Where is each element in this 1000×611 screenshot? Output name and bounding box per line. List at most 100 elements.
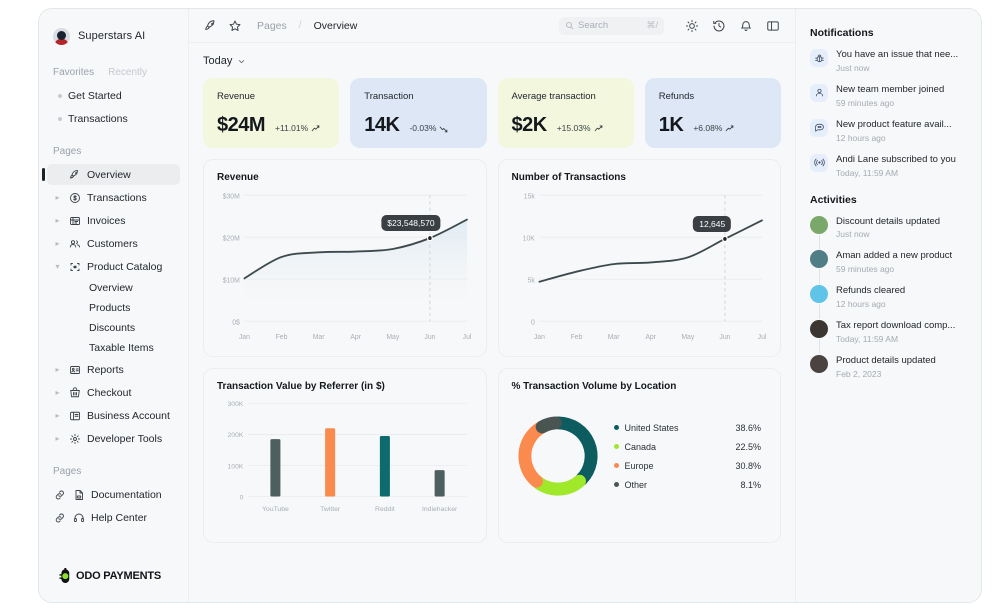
sidebar-item-business-account[interactable]: ▸ Business Account — [47, 405, 180, 426]
sidebar-item-customers[interactable]: ▸ Customers — [47, 233, 180, 254]
sidebar-item-reports[interactable]: ▸ Reports — [47, 359, 180, 380]
chevron-right-icon[interactable]: ▸ — [53, 388, 62, 397]
chevron-right-icon[interactable]: ▸ — [53, 434, 62, 443]
sidebar-item-transactions-fav[interactable]: Transactions — [47, 108, 180, 129]
location-chart-card: % Transaction Volume by Location United … — [497, 368, 781, 543]
chevron-right-icon[interactable]: ▸ — [53, 411, 62, 420]
history-icon[interactable] — [711, 18, 727, 34]
revenue-chart[interactable]: $30M $20M $10M 0$ Jan Feb Mar Apr May Jun Jul $23,… — [217, 189, 473, 344]
legend-label: Europe — [624, 460, 654, 471]
notification-time: Today, 11:59 AM — [836, 167, 899, 178]
svg-text:10K: 10K — [522, 233, 534, 243]
legend-item: Europe 30.8% — [613, 460, 761, 471]
link-icon — [53, 488, 66, 501]
referrer-bar-chart[interactable]: 300K 200K 100K 0 YouTube Twitter Reddit Indieha… — [217, 398, 473, 530]
notification-item[interactable]: New product feature avail... 12 hours ag… — [810, 118, 967, 143]
sidebar-item-get-started[interactable]: Get Started — [47, 85, 180, 106]
rocket-icon[interactable] — [203, 18, 219, 34]
sidebar-subitem-products[interactable]: Products — [47, 298, 180, 318]
svg-text:Apr: Apr — [350, 331, 361, 341]
sidebar-item-help-center[interactable]: Help Center — [47, 507, 180, 528]
brand-name: Superstars AI — [78, 30, 146, 42]
link-icon — [53, 511, 66, 524]
transactions-chart[interactable]: 15k 10K 5k 0 Jan Feb Mar Apr May Jun Jul 12,645 — [512, 189, 768, 344]
notification-item[interactable]: New team member joined 59 minutes ago — [810, 83, 967, 108]
avatar — [810, 355, 828, 373]
doc-icon — [72, 488, 85, 501]
kpi-card-revenue[interactable]: Revenue $24M +11.01% — [203, 78, 340, 148]
kpi-row: Revenue $24M +11.01% Transaction 14K -0.… — [203, 78, 781, 148]
chevron-right-icon[interactable]: ▸ — [53, 239, 62, 248]
svg-text:15k: 15k — [523, 191, 534, 201]
activity-time: Today, 11:59 AM — [836, 334, 899, 344]
activity-item[interactable]: Discount details updated Just now — [810, 215, 967, 250]
notification-item[interactable]: You have an issue that nee... Just now — [810, 49, 967, 73]
star-icon[interactable] — [227, 18, 243, 34]
legend-value: 38.6% — [735, 422, 761, 433]
kpi-card-refunds[interactable]: Refunds 1K +6.08% — [644, 78, 781, 148]
location-donut-chart: United States 38.6% Canada 22.5% Europe — [512, 398, 768, 508]
notification-item[interactable]: Andi Lane subscribed to you Today, 11:59… — [810, 153, 967, 178]
period-selector[interactable]: Today — [203, 55, 781, 67]
chevron-right-icon[interactable]: ▸ — [53, 193, 62, 202]
kpi-card-transaction[interactable]: Transaction 14K -0.03% — [350, 78, 487, 148]
sidebar-item-overview[interactable]: Overview — [42, 164, 180, 185]
activity-item[interactable]: Product details updated Feb 2, 2023 — [810, 355, 967, 379]
activity-text: Tax report download comp... — [836, 320, 956, 332]
sidebar-subitem-discounts[interactable]: Discounts — [47, 318, 180, 338]
invoice-icon — [68, 214, 81, 227]
cart-icon — [68, 386, 81, 399]
kpi-value: $24M — [217, 114, 266, 136]
activity-time: 59 minutes ago — [836, 264, 895, 275]
legend-value: 8.1% — [740, 479, 761, 490]
chart-tooltip: 12,645 — [693, 216, 732, 233]
footer-logo: ODO PAYMENTS — [39, 567, 188, 602]
legend-label: United States — [624, 422, 679, 433]
kpi-card-average-transaction[interactable]: Average transaction $2K +15.03% — [497, 78, 634, 148]
sidebar-item-label: Transactions — [68, 112, 128, 125]
sidebar-item-transactions[interactable]: ▸ Transactions — [47, 187, 180, 208]
panel-icon[interactable] — [765, 18, 781, 34]
topbar-actions — [684, 18, 781, 34]
chart-title: Number of Transactions — [511, 172, 626, 183]
activity-item[interactable]: Tax report download comp... Today, 11:59… — [810, 320, 967, 354]
sidebar-item-label: Transactions — [87, 191, 147, 204]
notification-time: 59 minutes ago — [836, 97, 895, 108]
avatar — [810, 215, 828, 234]
dashboard-content: Today Revenue $24M +11.01% Transaction 1… — [189, 43, 795, 602]
sidebar-item-invoices[interactable]: ▸ Invoices — [47, 210, 180, 231]
tab-favorites[interactable]: Favorites — [53, 67, 94, 78]
chevron-down-icon — [239, 59, 245, 63]
chevron-down-icon[interactable]: ▾ — [53, 262, 62, 271]
sidebar-item-label: Business Account — [87, 409, 170, 422]
sidebar-item-checkout[interactable]: ▸ Checkout — [47, 382, 180, 403]
kpi-delta: +15.03% — [557, 123, 603, 135]
avatar — [810, 285, 828, 304]
breadcrumb-root[interactable]: Pages — [257, 20, 287, 32]
sun-icon[interactable] — [684, 18, 700, 34]
search-input[interactable]: Search ⌘/ — [559, 16, 664, 35]
bell-icon[interactable] — [738, 18, 754, 34]
sidebar-subitem-taxable-items[interactable]: Taxable Items — [47, 338, 180, 358]
trend-down-icon — [440, 126, 448, 132]
notification-time: Just now — [836, 62, 870, 73]
svg-text:$30M: $30M — [223, 191, 240, 201]
activity-item[interactable]: Refunds cleared 12 hours ago — [810, 285, 967, 320]
avatar — [810, 320, 828, 339]
donut-svg[interactable] — [512, 410, 604, 502]
chevron-right-icon[interactable]: ▸ — [53, 365, 62, 374]
kpi-value: $2K — [511, 114, 548, 136]
tab-recently[interactable]: Recently — [108, 67, 147, 78]
svg-text:Jun: Jun — [719, 331, 730, 341]
sidebar-subitem-overview[interactable]: Overview — [47, 278, 180, 298]
sidebar-item-label: Invoices — [87, 214, 126, 227]
svg-text:Reddit: Reddit — [375, 506, 395, 513]
activity-item[interactable]: Aman added a new product 59 minutes ago — [810, 250, 967, 285]
sidebar-item-developer-tools[interactable]: ▸ Developer Tools — [47, 428, 180, 449]
sidebar-item-documentation[interactable]: Documentation — [47, 484, 180, 505]
chevron-right-icon[interactable]: ▸ — [53, 216, 62, 225]
broadcast-icon — [810, 153, 828, 172]
sidebar-item-product-catalog[interactable]: ▾ Product Catalog — [47, 256, 180, 277]
trend-up-icon — [726, 124, 734, 131]
brand[interactable]: Superstars AI — [39, 23, 188, 49]
